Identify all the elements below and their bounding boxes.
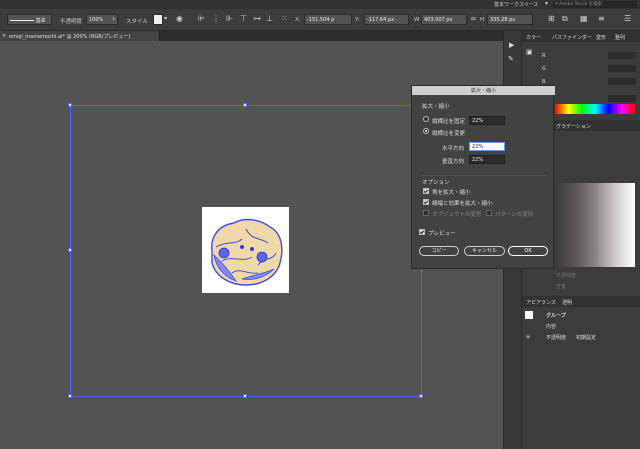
x-label: X:: [295, 17, 301, 23]
height-input[interactable]: 335.28 px: [487, 14, 533, 25]
y-label: Y:: [355, 17, 360, 23]
x-position-input[interactable]: -151.504 p: [304, 14, 352, 25]
isolate-group-icon[interactable]: ⧉: [562, 15, 568, 23]
tab-transform[interactable]: 変形: [596, 34, 606, 41]
copy-button[interactable]: コピー: [419, 246, 459, 256]
align-center-icon[interactable]: ⋮: [212, 15, 220, 23]
vertical-input[interactable]: 22%: [469, 155, 505, 164]
horizontal-input[interactable]: 22%: [469, 142, 505, 151]
preview-label: プレビュー: [428, 231, 456, 237]
recolor-artwork-icon[interactable]: ◉: [176, 15, 183, 23]
dialog-title-bar[interactable]: 拡大・縮小: [412, 86, 555, 95]
vertical-label: 垂直方向: [442, 159, 465, 165]
style-label: スタイル: [126, 19, 149, 25]
preview-checkbox[interactable]: [419, 229, 425, 235]
scale-section-label: 拡大・縮小: [422, 104, 450, 110]
cancel-button[interactable]: キャンセル: [464, 246, 505, 256]
tab-align[interactable]: 整列: [615, 34, 625, 41]
r-value-input[interactable]: [608, 52, 636, 59]
opacity-label: 不透明度: [60, 19, 83, 25]
tab-pathfinder[interactable]: パスファインダー: [552, 34, 592, 41]
document-tab[interactable]: × emoji_mamemochi.ai* @ 200% (RGB/プレビュー): [0, 31, 160, 41]
scale-corners-checkbox[interactable]: [423, 188, 429, 194]
g-value-input[interactable]: [608, 65, 636, 72]
search-icon: ⌕: [555, 0, 559, 7]
workspace-switcher[interactable]: 基本ワークスペース: [494, 1, 538, 8]
options-section-label: オプション: [422, 180, 450, 186]
align-bottom-icon[interactable]: ⊥: [266, 15, 273, 23]
close-icon[interactable]: ×: [2, 33, 6, 39]
stock-search-input[interactable]: Adobe Stock を検索: [553, 1, 637, 8]
application-bar: 基本ワークスペース ▾ Adobe Stock を検索 ⌕: [0, 0, 640, 9]
panel-menu-icon[interactable]: ☰: [624, 15, 631, 23]
tab-gradient[interactable]: グラデーション: [556, 123, 591, 130]
scale-corners-label: 角を拡大・縮小: [432, 190, 471, 196]
transform-patterns-label: パターンの変形: [495, 212, 534, 218]
gradient-opacity-label: 不透明度: [556, 273, 577, 279]
align-right-icon[interactable]: ⊪: [226, 15, 233, 23]
resize-handle-bottom-right[interactable]: [419, 394, 423, 398]
appearance-contents-label[interactable]: 内容: [546, 323, 556, 330]
tab-color[interactable]: カラー: [526, 34, 541, 41]
gradient-preview: [555, 183, 635, 267]
align-left-icon[interactable]: ⊫: [198, 15, 205, 23]
resize-handle-bottom[interactable]: [243, 394, 247, 398]
chevron-down-icon[interactable]: ▾: [164, 15, 167, 23]
nonuniform-radio[interactable]: [423, 128, 429, 134]
control-bar: 基本 不透明度 100% › スタイル ▾ ◉ ⊫ ⋮ ⊪ ⊤ ⊶ ⊥ ⁙ X:…: [0, 9, 640, 31]
dialog-title: 拡大・縮小: [470, 88, 496, 94]
scale-strokes-checkbox[interactable]: [423, 199, 429, 205]
scale-strokes-label: 線幅と効果を拡大・縮小: [432, 201, 493, 207]
tab-appearance[interactable]: アピアランス: [526, 299, 556, 306]
arrange-documents-icon[interactable]: ▦: [580, 15, 588, 23]
r-channel-label: R: [542, 53, 546, 59]
play-icon[interactable]: ▶: [509, 41, 514, 49]
chevron-down-icon: ▾: [545, 0, 549, 7]
divider: [422, 175, 546, 176]
b-value-input[interactable]: [608, 78, 636, 85]
ok-button[interactable]: OK: [508, 246, 548, 256]
graphic-style-swatch[interactable]: [153, 14, 163, 25]
eye-icon[interactable]: ◉: [526, 334, 530, 340]
height-label: H: [480, 17, 485, 23]
mochi-illustration: [211, 218, 283, 286]
uniform-label: 縦横比を固定: [432, 119, 466, 125]
link-icon[interactable]: ∞: [470, 15, 477, 23]
transform-icon[interactable]: ⊞: [548, 15, 555, 23]
hex-value-input[interactable]: [608, 95, 636, 102]
align-top-icon[interactable]: ⊤: [240, 15, 247, 23]
resize-handle-top-left[interactable]: [68, 103, 72, 107]
appearance-group-label: グループ: [546, 313, 566, 319]
width-input[interactable]: 403.007 px: [421, 14, 467, 25]
horizontal-label: 水平方向: [442, 146, 465, 152]
tab-transparency[interactable]: 透明: [562, 299, 572, 306]
layers-icon[interactable]: ≡: [598, 15, 605, 23]
reference-point-icon[interactable]: ⁙: [281, 15, 288, 23]
stroke-profile-select[interactable]: 基本: [7, 14, 52, 25]
artwork-preview[interactable]: [202, 207, 289, 293]
resize-handle-top[interactable]: [243, 103, 247, 107]
appearance-opacity-label[interactable]: 不透明度: [546, 334, 566, 341]
group-thumbnail: [525, 311, 533, 319]
scale-dialog: 拡大・縮小 拡大・縮小 縦横比を固定 22% 縦横比を変更 水平方向 22% 垂…: [411, 85, 555, 269]
g-channel-label: G: [542, 66, 546, 72]
document-tab-title: emoji_mamemochi.ai* @ 200% (RGB/プレビュー): [9, 34, 131, 40]
uniform-radio[interactable]: [423, 116, 429, 122]
appearance-opacity-value: 初期設定: [576, 335, 597, 341]
uniform-input[interactable]: 22%: [469, 116, 505, 125]
fill-stroke-icon[interactable]: ▣: [526, 48, 533, 56]
transform-objects-checkbox[interactable]: [423, 210, 429, 216]
resize-handle-bottom-left[interactable]: [68, 394, 72, 398]
width-label: W: [414, 17, 420, 23]
transform-objects-label: オブジェクトの変形: [432, 212, 482, 218]
align-middle-icon[interactable]: ⊶: [253, 15, 261, 23]
brush-icon[interactable]: ✎: [508, 55, 514, 63]
nonuniform-label: 縦横比を変更: [432, 131, 466, 137]
chevron-right-icon[interactable]: ›: [112, 15, 115, 23]
gradient-location-label: 位置: [556, 284, 567, 290]
y-position-input[interactable]: -117.64 px: [364, 14, 409, 25]
transform-patterns-checkbox[interactable]: [486, 210, 492, 216]
color-spectrum[interactable]: [555, 104, 635, 114]
resize-handle-left[interactable]: [68, 248, 72, 252]
